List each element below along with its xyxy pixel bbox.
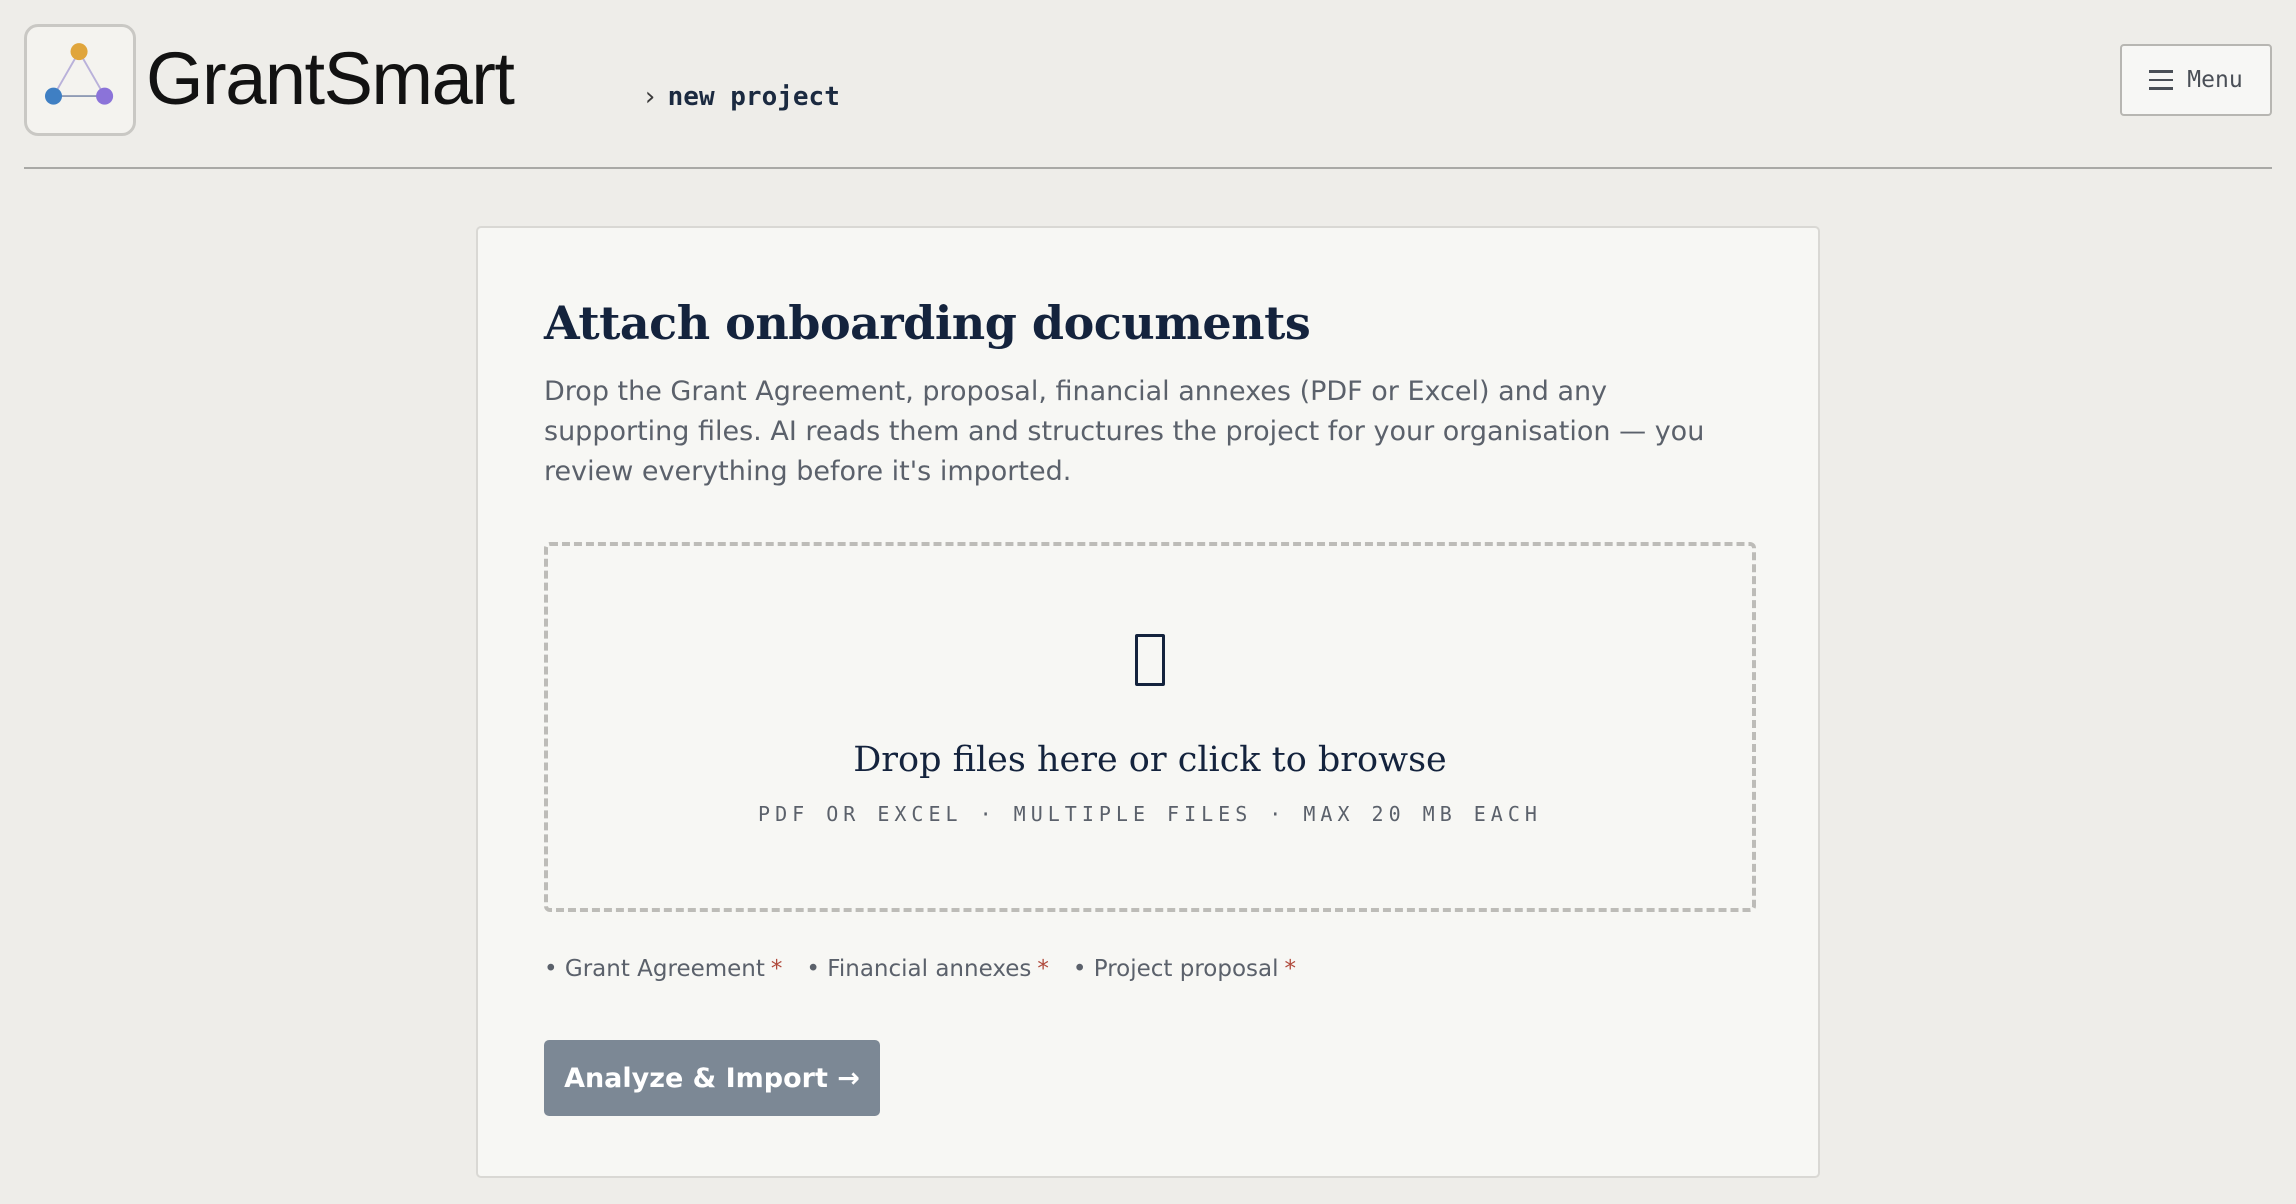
menu-button[interactable]: Menu [2120, 44, 2272, 116]
file-dropzone[interactable]: Drop files here or click to browse PDF o… [544, 542, 1756, 912]
required-doc-label: Grant Agreement [564, 956, 765, 982]
page-description: Drop the Grant Agreement, proposal, fina… [544, 376, 1705, 487]
app-logo[interactable] [24, 24, 136, 136]
breadcrumb-separator: › [642, 82, 658, 112]
dropzone-hint: PDF or Excel · Multiple files · Max 20 M… [758, 802, 1542, 826]
document-icon [548, 634, 1752, 696]
hamburger-icon [2149, 70, 2174, 90]
app-header: GrantSmart › new project Menu [24, 24, 2272, 169]
required-doc-item: • Financial annexes * [806, 956, 1048, 982]
breadcrumb-current: new project [667, 82, 840, 112]
list-bullet: • [806, 956, 820, 982]
required-doc-item: • Project proposal * [1073, 956, 1296, 982]
required-mark: * [1284, 956, 1297, 982]
required-documents-list: • Grant Agreement * • Financial annexes * … [544, 956, 1296, 982]
breadcrumb: › new project [642, 84, 840, 110]
list-bullet: • [544, 956, 558, 982]
triangle-network-icon [44, 43, 114, 105]
app-name[interactable]: GrantSmart [146, 42, 515, 116]
page-title: Attach onboarding documents [544, 296, 1311, 350]
analyze-import-button[interactable]: Analyze & Import → [544, 1040, 880, 1116]
dropzone-title: Drop files here or click to browse [853, 740, 1447, 780]
required-mark: * [770, 956, 783, 982]
required-doc-item: • Grant Agreement * [544, 956, 782, 982]
menu-button-label: Menu [2187, 67, 2243, 93]
required-mark: * [1037, 956, 1049, 982]
onboarding-card: Attach onboarding documents Drop the Gra… [476, 226, 1820, 1178]
list-bullet: • [1072, 956, 1087, 982]
required-doc-label: Financial annexes [827, 956, 1032, 982]
required-doc-label: Project proposal [1093, 956, 1279, 982]
